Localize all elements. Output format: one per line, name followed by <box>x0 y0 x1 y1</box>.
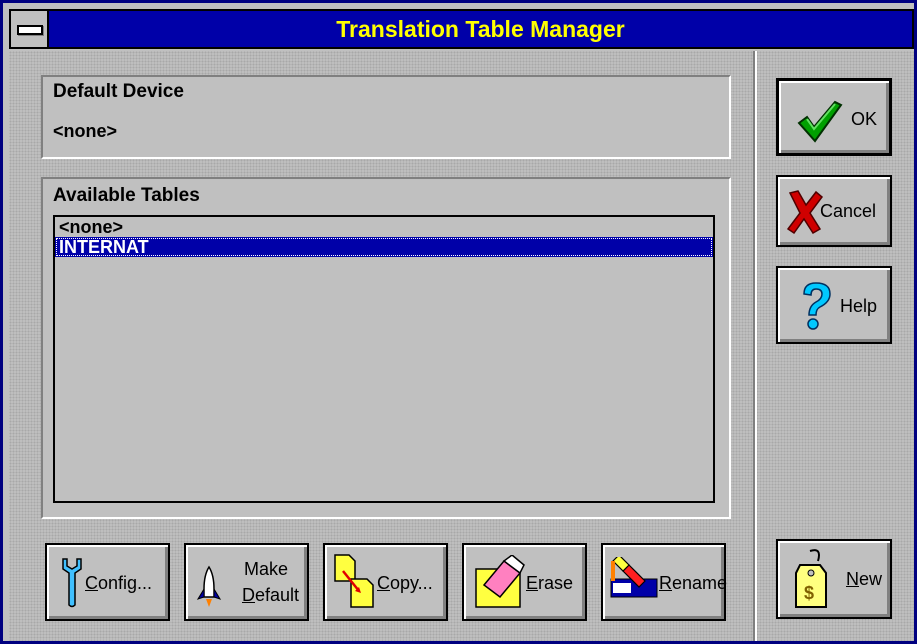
rename-button[interactable]: Rename <box>601 543 728 621</box>
make-default-label-line1: Make <box>244 559 289 579</box>
cancel-label: Cancel <box>820 201 877 221</box>
ok-button[interactable]: OK <box>776 78 892 156</box>
available-tables-label: Available Tables <box>53 185 200 206</box>
dialog-client-area: Default Device <none> Available Tables <… <box>9 51 914 641</box>
wrench-icon <box>62 558 82 608</box>
eraser-icon <box>475 555 525 608</box>
erase-button[interactable]: Erase <box>462 543 587 621</box>
default-device-value: <none> <box>53 121 118 141</box>
copy-button[interactable]: Copy... <box>323 543 448 621</box>
erase-label: Erase <box>526 573 574 593</box>
red-x-icon <box>786 190 824 235</box>
window-title: Translation Table Manager <box>336 16 625 42</box>
cancel-button[interactable]: Cancel <box>776 175 892 247</box>
copy-documents-icon <box>334 554 374 608</box>
tables-listbox[interactable]: <none> INTERNAT <box>53 215 715 503</box>
rename-label: Rename <box>659 573 728 593</box>
svg-text:$: $ <box>804 583 814 603</box>
rename-icon <box>610 557 658 598</box>
system-menu-icon <box>17 25 43 35</box>
dialog-window: Translation Table Manager Default Device… <box>0 0 917 644</box>
config-button[interactable]: Config... <box>45 543 170 621</box>
checkmark-icon <box>797 100 843 143</box>
price-tag-icon: $ <box>795 549 827 608</box>
default-device-label: Default Device <box>53 81 184 102</box>
copy-label: Copy... <box>377 573 433 593</box>
available-tables-group: Available Tables <none> INTERNAT <box>41 177 731 519</box>
default-device-group: Default Device <none> <box>41 75 731 159</box>
help-label: Help <box>840 296 878 316</box>
new-label: New <box>846 569 883 589</box>
rocket-icon <box>196 565 222 607</box>
help-button[interactable]: Help <box>776 266 892 344</box>
list-item-selected[interactable]: INTERNAT <box>55 237 713 257</box>
new-button[interactable]: $ New <box>776 539 892 619</box>
config-label: Config... <box>85 573 153 593</box>
ok-label: OK <box>851 109 878 129</box>
question-mark-icon <box>803 282 831 330</box>
vertical-separator <box>753 51 757 641</box>
system-menu-button[interactable] <box>11 11 49 47</box>
list-item[interactable]: <none> <box>55 217 713 237</box>
make-default-label-line2: Default <box>242 585 300 605</box>
title-bar[interactable]: Translation Table Manager <box>9 9 914 49</box>
make-default-button[interactable]: Make Default <box>184 543 309 621</box>
